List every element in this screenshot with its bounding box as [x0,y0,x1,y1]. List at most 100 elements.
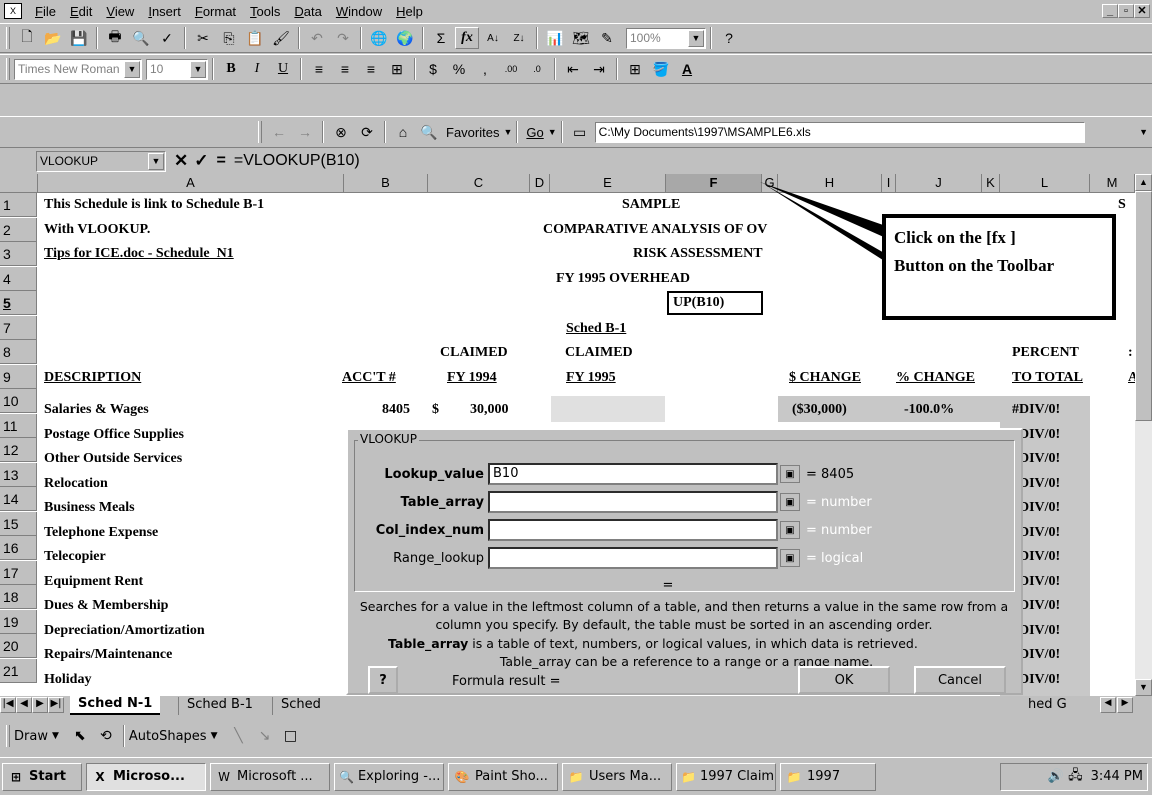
borders-icon[interactable]: ⊞ [623,58,647,80]
start-button[interactable]: ⊞ Start [2,762,82,791]
menu-format[interactable]: Format [188,4,243,19]
description-cell[interactable]: Telephone Expense [44,521,158,545]
open-icon[interactable]: 📂 [41,27,65,49]
column-header-k[interactable]: K [982,174,1000,193]
prev-sheet-icon[interactable]: ◀ [16,697,32,713]
description-cell[interactable]: Dues & Membership [44,594,168,618]
menu-help[interactable]: Help [389,4,430,19]
tab-sched-b1[interactable]: Sched B-1 [178,697,261,715]
tips-hyperlink[interactable]: Tips for ICE.doc - Schedule_N1 [44,242,234,266]
row-header[interactable]: 19 [0,609,37,634]
description-cell[interactable]: Equipment Rent [44,570,143,594]
ok-button[interactable]: OK [798,666,890,694]
collapse-dialog-icon[interactable]: ▣ [780,549,800,567]
scroll-down-icon[interactable]: ▼ [1135,679,1152,696]
hyperlink-icon[interactable]: 🌐 [367,27,391,49]
taskbar-button[interactable]: 📁 1997 [780,762,876,791]
argument-input[interactable] [488,491,778,513]
active-cell-f5[interactable]: UP(B10) [667,291,763,315]
align-right-icon[interactable]: ≡ [359,58,383,80]
taskbar-button[interactable]: 📁 Users Ma... [562,762,672,791]
show-web-toolbar-icon[interactable]: ▭ [568,121,592,143]
percent-icon[interactable]: % [447,58,471,80]
row-header[interactable]: 1 [0,193,37,218]
row1-right-text[interactable]: S [1118,193,1126,217]
column-header-d[interactable]: D [530,174,550,193]
row9-m-text[interactable]: A [1128,366,1135,390]
argument-input[interactable]: B10 [488,463,778,485]
font-name-select[interactable]: Times New Roman ▼ [14,58,142,80]
row-header[interactable]: 13 [0,462,37,487]
zoom-select[interactable]: 100% ▼ [626,27,706,49]
first-sheet-icon[interactable]: |◀ [0,697,16,713]
row-header[interactable]: 20 [0,634,37,659]
arrow-icon[interactable]: ↘ [252,725,276,747]
menu-view[interactable]: View [99,4,141,19]
help-button[interactable]: ? [368,666,398,694]
search-web-icon[interactable]: 🔍 [417,121,441,143]
row-header[interactable]: 9 [0,364,37,389]
menu-tools[interactable]: Tools [243,4,287,19]
chevron-down-icon[interactable]: ▼ [148,152,164,170]
close-button[interactable]: ✕ [1134,4,1150,18]
currency-symbol[interactable]: $ [432,398,439,422]
underline-icon[interactable]: U [271,58,295,80]
report-title[interactable]: SAMPLE [622,193,680,217]
description-cell[interactable]: Repairs/Maintenance [44,643,172,667]
row-header[interactable]: 18 [0,585,37,610]
description-header[interactable]: DESCRIPTION [44,366,141,390]
cancel-button[interactable]: Cancel [914,666,1006,694]
enter-formula-icon[interactable]: ✓ [194,151,208,171]
argument-input[interactable] [488,519,778,541]
percent-change-header[interactable]: % CHANGE [896,366,975,390]
back-icon[interactable]: ← [267,121,291,143]
row-header[interactable]: 17 [0,560,37,585]
increase-indent-icon[interactable]: ⇥ [587,58,611,80]
italic-icon[interactable]: I [245,58,269,80]
description-cell[interactable]: Salaries & Wages [44,398,149,422]
format-painter-icon[interactable]: 🖌 [269,27,293,49]
redo-icon[interactable]: ↷ [331,27,355,49]
dollar-change-cell[interactable]: ($30,000) [792,398,847,422]
description-cell[interactable]: Relocation [44,472,108,496]
column-header-l[interactable]: L [1000,174,1090,193]
select-objects-icon[interactable]: ⬉ [68,725,92,747]
last-sheet-icon[interactable]: ▶| [48,697,64,713]
taskbar-button[interactable]: 🎨 Paint Sho... [448,762,558,791]
tab-sched-n1[interactable]: Sched N-1 [70,696,161,715]
description-cell[interactable]: Depreciation/Amortization [44,619,205,643]
row-header[interactable]: 4 [0,266,37,291]
collapse-dialog-icon[interactable]: ▣ [780,465,800,483]
tab-sched-g[interactable]: hed G [1024,697,1071,715]
next-sheet-icon[interactable]: ▶ [32,697,48,713]
description-cell[interactable]: Holiday [44,668,91,692]
font-size-select[interactable]: 10 ▼ [146,58,208,80]
chevron-down-icon[interactable]: ▼ [688,29,704,47]
scroll-thumb[interactable] [1135,191,1152,421]
drawing-icon[interactable]: ✎ [595,27,619,49]
tab-sched[interactable]: Sched [272,697,329,715]
description-cell[interactable]: Other Outside Services [44,447,182,471]
column-header-b[interactable]: B [344,174,428,193]
align-center-icon[interactable]: ≡ [333,58,357,80]
row-header[interactable]: 5 [0,291,37,316]
minimize-button[interactable]: _ [1102,4,1118,18]
sched-b1-label[interactable]: Sched B-1 [566,317,626,341]
row-header[interactable]: 2 [0,217,37,242]
address-input[interactable]: C:\My Documents\1997\MSAMPLE6.xls [594,121,1085,143]
vertical-scrollbar[interactable]: ▲ ▼ [1135,174,1152,696]
free-rotate-icon[interactable]: ⟲ [94,725,118,747]
paste-icon[interactable]: 📋 [243,27,267,49]
scroll-right-icon[interactable]: ▶ [1117,697,1133,713]
favorites-menu[interactable]: Favorites [446,125,499,140]
new-icon[interactable]: 🗋 [15,27,39,49]
to-total-header[interactable]: TO TOTAL [1012,366,1083,390]
column-header-m[interactable]: M [1090,174,1135,193]
rectangle-icon[interactable]: □ [278,725,302,747]
print-preview-icon[interactable]: 🔍 [129,27,153,49]
select-all-corner[interactable] [0,174,38,193]
web-toolbar-icon[interactable]: 🌍 [393,27,417,49]
description-cell[interactable]: Postage Office Supplies [44,423,184,447]
column-header-e[interactable]: E [550,174,666,193]
menu-insert[interactable]: Insert [141,4,188,19]
